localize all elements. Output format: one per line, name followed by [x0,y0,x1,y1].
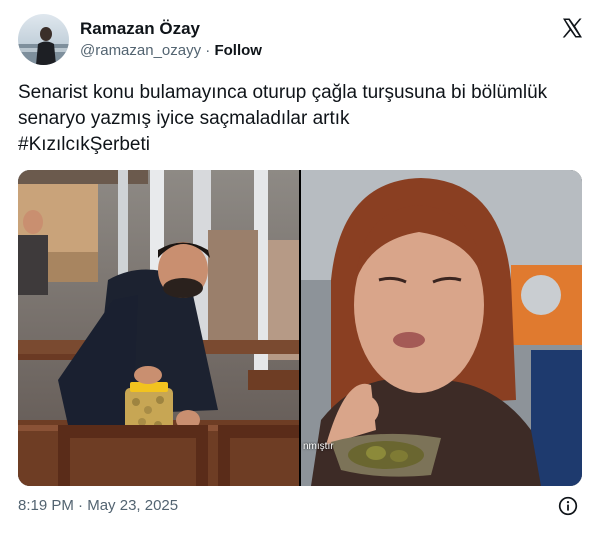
tweet-header: Ramazan Özay @ramazan_ozayy · Follow [18,14,584,66]
media-image-right[interactable]: nmıştır [301,170,582,486]
author-name[interactable]: Ramazan Özay [80,19,200,39]
timestamp-separator: · [78,497,84,514]
tweet-text: Senarist konu bulamayınca oturup çağla t… [18,82,548,155]
author-handle-row: @ramazan_ozayy · Follow [80,42,262,59]
avatar[interactable] [18,14,69,65]
tweet-time: 8:19 PM [18,497,74,514]
follow-button[interactable]: Follow [214,42,262,59]
subtitle-fragment: nmıştır [303,441,334,452]
tweet-date: May 23, 2025 [87,497,179,514]
info-icon[interactable] [558,496,578,516]
author-handle[interactable]: @ramazan_ozayy [80,42,201,59]
x-logo-icon[interactable] [560,16,584,40]
media-image-left[interactable] [18,170,299,486]
tweet-timestamp[interactable]: 8:19 PM · May 23, 2025 [18,497,178,514]
handle-separator: · [205,42,211,59]
tweet-media[interactable]: nmıştır [18,170,582,486]
